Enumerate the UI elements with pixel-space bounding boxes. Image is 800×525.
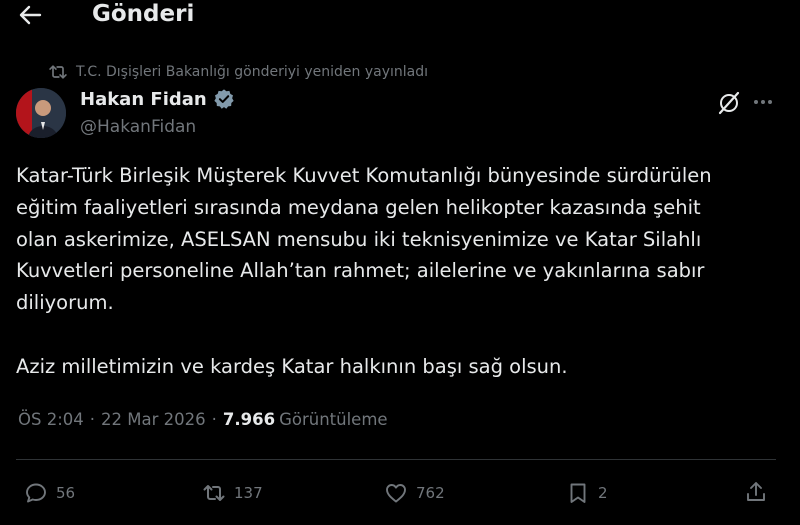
repost-text: T.C. Dışişleri Bakanlığı gönderiyi yenid… xyxy=(76,64,429,80)
like-count: 762 xyxy=(416,484,445,502)
repost-icon xyxy=(203,485,225,501)
avatar-photo xyxy=(16,88,66,138)
meta-separator: · xyxy=(211,410,217,429)
post-time[interactable]: ÖS 2:04 xyxy=(18,410,84,429)
post-text: Katar-Türk Birleşik Müşterek Kuvvet Komu… xyxy=(16,164,712,378)
repost-count: 137 xyxy=(234,484,263,502)
reply-icon xyxy=(26,483,46,503)
bookmark-button[interactable]: 2 xyxy=(566,480,608,506)
bookmark-icon xyxy=(570,483,586,503)
reply-button[interactable]: 56 xyxy=(24,480,75,506)
share-icon[interactable] xyxy=(744,480,768,504)
back-arrow-icon[interactable] xyxy=(18,4,42,26)
author-name[interactable]: Hakan Fidan xyxy=(80,88,235,110)
meta-separator: · xyxy=(89,410,96,429)
like-icon xyxy=(386,484,406,503)
reply-count: 56 xyxy=(56,484,76,502)
bookmark-count: 2 xyxy=(598,484,608,502)
avatar[interactable] xyxy=(16,88,66,138)
view-count: 7.966 xyxy=(222,410,276,429)
repost-button[interactable]: 137 xyxy=(202,480,263,506)
verified-icon xyxy=(214,89,234,109)
like-button[interactable]: 762 xyxy=(384,480,445,506)
repost-icon xyxy=(49,65,67,79)
repost-context[interactable]: T.C. Dışişleri Bakanlığı gönderiyi yenid… xyxy=(48,61,428,83)
page-title: Gönderi xyxy=(92,1,195,27)
divider xyxy=(16,459,776,460)
view-label: Görüntüleme xyxy=(279,410,388,429)
author-name-text: Hakan Fidan xyxy=(80,88,207,110)
grok-icon[interactable] xyxy=(716,90,742,116)
more-icon[interactable] xyxy=(752,92,774,112)
author-handle[interactable]: @HakanFidan xyxy=(80,117,196,137)
post-date[interactable]: 22 Mar 2026 xyxy=(101,410,206,429)
top-bar: Gönderi xyxy=(0,0,800,30)
post-meta: ÖS 2:04 · 22 Mar 2026 · 7.966 Görüntülem… xyxy=(18,410,388,429)
